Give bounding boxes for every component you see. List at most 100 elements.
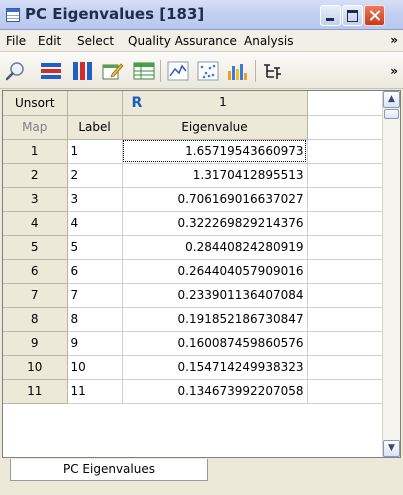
empty-subheader	[307, 115, 384, 140]
table-row[interactable]: 3 3 0.706169016637027	[3, 187, 384, 212]
row-label[interactable]: 1	[66, 139, 123, 164]
eigenvalue-cell[interactable]: 0.264404057909016	[122, 259, 308, 284]
empty-cell	[307, 283, 384, 308]
table-row[interactable]: 1 1 1.65719543660973	[3, 139, 384, 164]
row-label[interactable]: 8	[66, 307, 123, 332]
tab-pc-eigenvalues[interactable]: PC Eigenvalues	[10, 459, 208, 481]
empty-cell	[307, 331, 384, 356]
table-row[interactable]: 7 7 0.233901136407084	[3, 283, 384, 308]
empty-cell	[307, 379, 384, 404]
maximize-button[interactable]	[342, 5, 363, 26]
line-chart-icon[interactable]	[167, 61, 189, 81]
empty-cell	[307, 235, 384, 260]
empty-cell	[307, 163, 384, 188]
scatter-icon[interactable]	[197, 61, 219, 81]
row-label[interactable]: 7	[66, 283, 123, 308]
empty-header	[307, 91, 384, 116]
table-row[interactable]: 6 6 0.264404057909016	[3, 259, 384, 284]
eigenvalue-cell[interactable]: 0.160087459860576	[122, 331, 308, 356]
table-row[interactable]: 2 2 1.3170412895513	[3, 163, 384, 188]
row-label[interactable]: 5	[66, 235, 123, 260]
bar-chart-icon[interactable]	[226, 61, 248, 81]
eigenvalue-cell[interactable]: 0.134673992207058	[122, 379, 308, 404]
window-title: PC Eigenvalues [183]	[25, 5, 205, 23]
menu-select[interactable]: Select	[77, 34, 114, 48]
menu-overflow-chevron[interactable]: »	[390, 33, 398, 47]
table-row[interactable]: 8 8 0.191852186730847	[3, 307, 384, 332]
row-number[interactable]: 11	[3, 379, 68, 404]
column-header-number[interactable]: R 1	[122, 91, 308, 116]
toolbar-overflow-chevron[interactable]: »	[390, 64, 398, 78]
columns-icon[interactable]	[71, 61, 93, 81]
menu-analysis[interactable]: Analysis	[244, 34, 293, 48]
eigenvalue-cell[interactable]: 0.233901136407084	[122, 283, 308, 308]
row-label[interactable]: 4	[66, 211, 123, 236]
row-label[interactable]: 9	[66, 331, 123, 356]
row-label[interactable]: 11	[66, 379, 123, 404]
eigenvalue-cell[interactable]: 1.3170412895513	[122, 163, 308, 188]
eigenvalue-cell[interactable]: 0.706169016637027	[122, 187, 308, 212]
row-label[interactable]: 2	[66, 163, 123, 188]
eigenvalue-grid: Unsort R 1 Map Label Eigenvalue 1 1 1.6571…	[2, 90, 401, 458]
vertical-scrollbar[interactable]: ▲ ▼	[382, 91, 400, 457]
label-column-header[interactable]: Label	[67, 115, 123, 140]
minimize-button[interactable]	[320, 5, 341, 26]
header-row: Unsort R 1	[3, 91, 384, 116]
tree-icon[interactable]	[261, 61, 283, 81]
toolbar-separator	[255, 60, 256, 82]
rows-icon[interactable]	[40, 61, 62, 81]
row-number[interactable]: 5	[3, 235, 68, 260]
table-row[interactable]: 9 9 0.160087459860576	[3, 331, 384, 356]
row-number[interactable]: 2	[3, 163, 68, 188]
column-number: 1	[219, 94, 227, 109]
eigenvalue-cell[interactable]: 0.154714249938323	[122, 355, 308, 380]
menu-bar: File Edit Select Quality Assurance Analy…	[0, 30, 403, 52]
row-number[interactable]: 1	[3, 139, 68, 164]
edit-icon[interactable]	[102, 61, 124, 81]
scroll-thumb[interactable]	[384, 109, 399, 119]
magnifier-icon[interactable]	[4, 61, 26, 81]
close-button[interactable]	[364, 5, 385, 26]
row-number[interactable]: 6	[3, 259, 68, 284]
table-row[interactable]: 10 10 0.154714249938323	[3, 355, 384, 380]
table-row[interactable]: 11 11 0.134673992207058	[3, 379, 384, 404]
empty-cell	[307, 187, 384, 212]
scroll-down-button[interactable]: ▼	[383, 440, 400, 457]
menu-edit[interactable]: Edit	[38, 34, 61, 48]
eigenvalue-cell[interactable]: 0.322269829214376	[122, 211, 308, 236]
row-number[interactable]: 3	[3, 187, 68, 212]
row-label[interactable]: 3	[66, 187, 123, 212]
menu-file[interactable]: File	[6, 34, 26, 48]
row-number[interactable]: 8	[3, 307, 68, 332]
r-marker: R	[131, 94, 143, 111]
empty-cell	[307, 211, 384, 236]
empty-cell	[307, 139, 384, 164]
row-number[interactable]: 7	[3, 283, 68, 308]
row-label[interactable]: 10	[66, 355, 123, 380]
empty-cell	[307, 307, 384, 332]
eigenvalue-cell[interactable]: 1.65719543660973	[122, 139, 308, 164]
empty-cell	[307, 355, 384, 380]
eigenvalue-cell[interactable]: 0.191852186730847	[122, 307, 308, 332]
toolbar: »	[0, 52, 403, 89]
map-button[interactable]: Map	[3, 115, 68, 140]
data-table: Unsort R 1 Map Label Eigenvalue 1 1 1.6571…	[3, 91, 384, 404]
title-bar[interactable]: PC Eigenvalues [183]	[0, 0, 403, 30]
row-number[interactable]: 4	[3, 211, 68, 236]
subheader-row: Map Label Eigenvalue	[3, 115, 384, 140]
table-row[interactable]: 5 5 0.28440824280919	[3, 235, 384, 260]
row-number[interactable]: 9	[3, 331, 68, 356]
eigenvalue-cell[interactable]: 0.28440824280919	[122, 235, 308, 260]
table-row[interactable]: 4 4 0.322269829214376	[3, 211, 384, 236]
label-header-blank	[67, 91, 123, 116]
tab-strip: PC Eigenvalues	[0, 459, 403, 495]
unsort-button[interactable]: Unsort	[3, 91, 68, 116]
empty-cell	[307, 259, 384, 284]
row-number[interactable]: 10	[3, 355, 68, 380]
menu-quality-assurance[interactable]: Quality Assurance	[128, 34, 237, 48]
toolbar-separator	[160, 60, 161, 82]
table-icon[interactable]	[133, 61, 155, 81]
eigenvalue-column-header[interactable]: Eigenvalue	[122, 115, 308, 140]
scroll-up-button[interactable]: ▲	[383, 91, 400, 108]
row-label[interactable]: 6	[66, 259, 123, 284]
